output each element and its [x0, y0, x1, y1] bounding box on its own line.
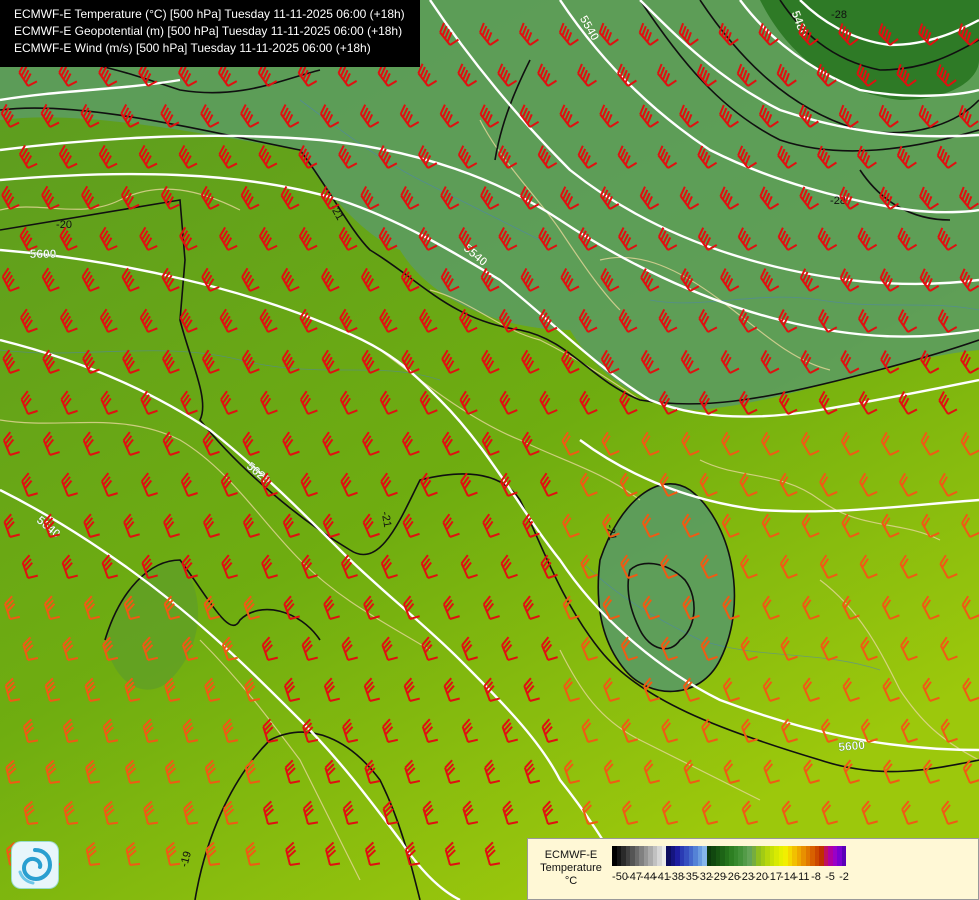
- title-wind: ECMWF-E Wind (m/s) [500 hPa] Tuesday 11-…: [14, 41, 371, 55]
- map-title-box: ECMWF-E Temperature (°C) [500 hPa] Tuesd…: [0, 0, 420, 67]
- legend-swatch: [841, 846, 846, 866]
- title-geopotential: ECMWF-E Geopotential (m) [500 hPa] Tuesd…: [14, 24, 403, 38]
- legend-unit: °C: [564, 875, 578, 887]
- legend-color-scale: [612, 846, 846, 866]
- legend-tick-label: -2: [839, 871, 849, 883]
- geopotential-label: 5600: [838, 738, 866, 754]
- temperature-legend: ECMWF-E Temperature °C -50 -47 -44 -41 -38 -3…: [527, 838, 979, 900]
- legend-variable: Temperature: [540, 862, 602, 874]
- geopotential-label: 5600: [30, 247, 57, 261]
- weather-map: 5540548055405600562056405600 -20-21-28-2…: [0, 0, 979, 900]
- legend-model: ECMWF-E: [544, 849, 598, 861]
- legend-tick-label: -8: [811, 871, 821, 883]
- temperature-label: -28: [831, 9, 847, 21]
- swirl-logo-icon[interactable]: [12, 842, 58, 888]
- title-temperature: ECMWF-E Temperature (°C) [500 hPa] Tuesd…: [14, 7, 405, 21]
- legend-ticks: -50 -47 -44 -41 -38 -35 -32 -29 -26 -23 -20 -17 -14-…: [612, 871, 972, 885]
- legend-title: ECMWF-E Temperature °C: [532, 849, 610, 888]
- legend-tick-label: -11: [794, 871, 810, 883]
- legend-tick-label: -5: [825, 871, 835, 883]
